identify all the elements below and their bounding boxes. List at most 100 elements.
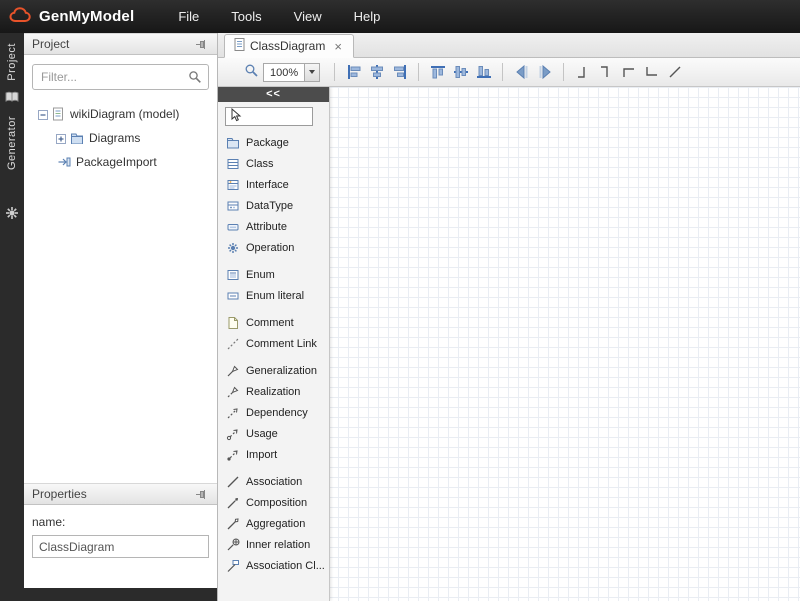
palette-item-label: Enum literal	[246, 290, 304, 302]
palette-item-attribute[interactable]: Attribute	[218, 216, 329, 237]
usage-icon	[225, 427, 240, 441]
menu-file[interactable]: File	[162, 1, 215, 32]
sidebar-tab-generator[interactable]: Generator	[6, 116, 18, 170]
palette-collapse-button[interactable]: <<	[218, 87, 329, 102]
model-file-icon	[52, 107, 65, 121]
palette-item-enum-literal[interactable]: Enum literal	[218, 285, 329, 306]
palette-item-package[interactable]: Package	[218, 132, 329, 153]
palette-item-comment-link[interactable]: Comment Link	[218, 333, 329, 354]
menu-view[interactable]: View	[278, 1, 338, 32]
zoom-value: 100%	[264, 64, 304, 81]
left-panel-footer	[24, 588, 217, 601]
package-import-icon	[57, 155, 71, 169]
menu-help[interactable]: Help	[338, 1, 397, 32]
tab-close-icon[interactable]: ×	[332, 39, 344, 54]
dependency-icon	[225, 406, 240, 420]
pin-icon[interactable]	[193, 36, 209, 52]
palette-item-label: Import	[246, 449, 277, 461]
select-tool-button[interactable]	[225, 107, 313, 126]
tool-palette: << Package Class Interface	[218, 87, 330, 601]
cursor-icon	[229, 108, 242, 125]
palette-item-enum[interactable]: Enum	[218, 264, 329, 285]
project-panel-title: Project	[32, 37, 193, 51]
gear-icon[interactable]	[5, 206, 19, 223]
name-field-label: name:	[32, 515, 209, 529]
align-bottom-button[interactable]	[472, 62, 495, 83]
palette-item-composition[interactable]: Composition	[218, 492, 329, 513]
palette-item-label: Realization	[246, 386, 300, 398]
connector-elbow-right-down-button[interactable]	[640, 62, 663, 83]
palette-item-association[interactable]: Association	[218, 471, 329, 492]
editor-content: << Package Class Interface	[218, 87, 800, 601]
book-icon[interactable]	[5, 91, 19, 106]
pin-icon[interactable]	[193, 486, 209, 502]
zoom-select[interactable]: 100%	[263, 63, 320, 82]
name-input[interactable]	[32, 535, 209, 558]
connector-elbow-up-right-button[interactable]	[571, 62, 594, 83]
search-icon	[188, 70, 202, 87]
editor-tabbar: ClassDiagram ×	[218, 33, 800, 58]
align-middle-button[interactable]	[449, 62, 472, 83]
palette-item-label: Association Cl...	[246, 560, 325, 572]
palette-item-label: Interface	[246, 179, 289, 191]
menu-tools[interactable]: Tools	[215, 1, 277, 32]
palette-item-label: Comment	[246, 317, 294, 329]
palette-item-label: Association	[246, 476, 302, 488]
palette-item-usage[interactable]: Usage	[218, 423, 329, 444]
align-top-button[interactable]	[426, 62, 449, 83]
chevron-down-icon[interactable]	[304, 64, 319, 81]
zoom-magnifier-icon	[244, 63, 259, 81]
sidebar-tab-project[interactable]: Project	[6, 43, 18, 81]
palette-item-dependency[interactable]: Dependency	[218, 402, 329, 423]
tree-item-diagrams[interactable]: Diagrams	[24, 126, 217, 150]
connector-elbow-right-up-button[interactable]	[617, 62, 640, 83]
class-icon	[225, 157, 240, 171]
project-panel-header: Project	[24, 33, 217, 55]
comment-icon	[225, 316, 240, 330]
tree-item-label: PackageImport	[76, 155, 157, 169]
datatype-icon	[225, 199, 240, 213]
align-center-button[interactable]	[365, 62, 388, 83]
palette-item-interface[interactable]: Interface	[218, 174, 329, 195]
palette-item-association-class[interactable]: Association Cl...	[218, 555, 329, 576]
filter-input[interactable]	[32, 64, 209, 90]
aggregation-icon	[225, 517, 240, 531]
connector-elbow-down-right-button[interactable]	[594, 62, 617, 83]
project-tree: wikiDiagram (model) Diagrams PackageI	[24, 102, 217, 174]
flip-left-button[interactable]	[510, 62, 533, 83]
app-logo: GenMyModel	[8, 5, 134, 28]
tree-item-packageimport[interactable]: PackageImport	[24, 150, 217, 174]
palette-item-realization[interactable]: Realization	[218, 381, 329, 402]
palette-item-label: Dependency	[246, 407, 308, 419]
cloud-logo-icon	[8, 5, 34, 28]
palette-item-aggregation[interactable]: Aggregation	[218, 513, 329, 534]
palette-item-operation[interactable]: Operation	[218, 237, 329, 258]
tab-classdiagram[interactable]: ClassDiagram ×	[224, 34, 354, 58]
tab-label: ClassDiagram	[250, 39, 325, 53]
properties-panel: Properties name:	[24, 483, 217, 588]
palette-item-datatype[interactable]: DataType	[218, 195, 329, 216]
palette-item-label: Inner relation	[246, 539, 310, 551]
tree-item-model[interactable]: wikiDiagram (model)	[24, 102, 217, 126]
project-tree-panel: wikiDiagram (model) Diagrams PackageI	[24, 55, 217, 483]
package-icon	[225, 136, 240, 150]
attribute-icon	[225, 220, 240, 234]
palette-item-label: Comment Link	[246, 338, 317, 350]
align-left-button[interactable]	[342, 62, 365, 83]
inner-relation-icon	[225, 538, 240, 552]
flip-right-button[interactable]	[533, 62, 556, 83]
connector-straight-line-button[interactable]	[663, 62, 686, 83]
palette-item-class[interactable]: Class	[218, 153, 329, 174]
expand-expander-icon[interactable]	[56, 133, 66, 143]
palette-item-inner-relation[interactable]: Inner relation	[218, 534, 329, 555]
interface-icon	[225, 178, 240, 192]
properties-panel-header: Properties	[24, 483, 217, 505]
palette-item-label: Enum	[246, 269, 275, 281]
align-right-button[interactable]	[388, 62, 411, 83]
properties-panel-title: Properties	[32, 487, 193, 501]
palette-item-comment[interactable]: Comment	[218, 312, 329, 333]
palette-item-generalization[interactable]: Generalization	[218, 360, 329, 381]
palette-item-import[interactable]: Import	[218, 444, 329, 465]
collapse-expander-icon[interactable]	[38, 109, 48, 119]
tree-item-label: wikiDiagram (model)	[70, 107, 179, 121]
